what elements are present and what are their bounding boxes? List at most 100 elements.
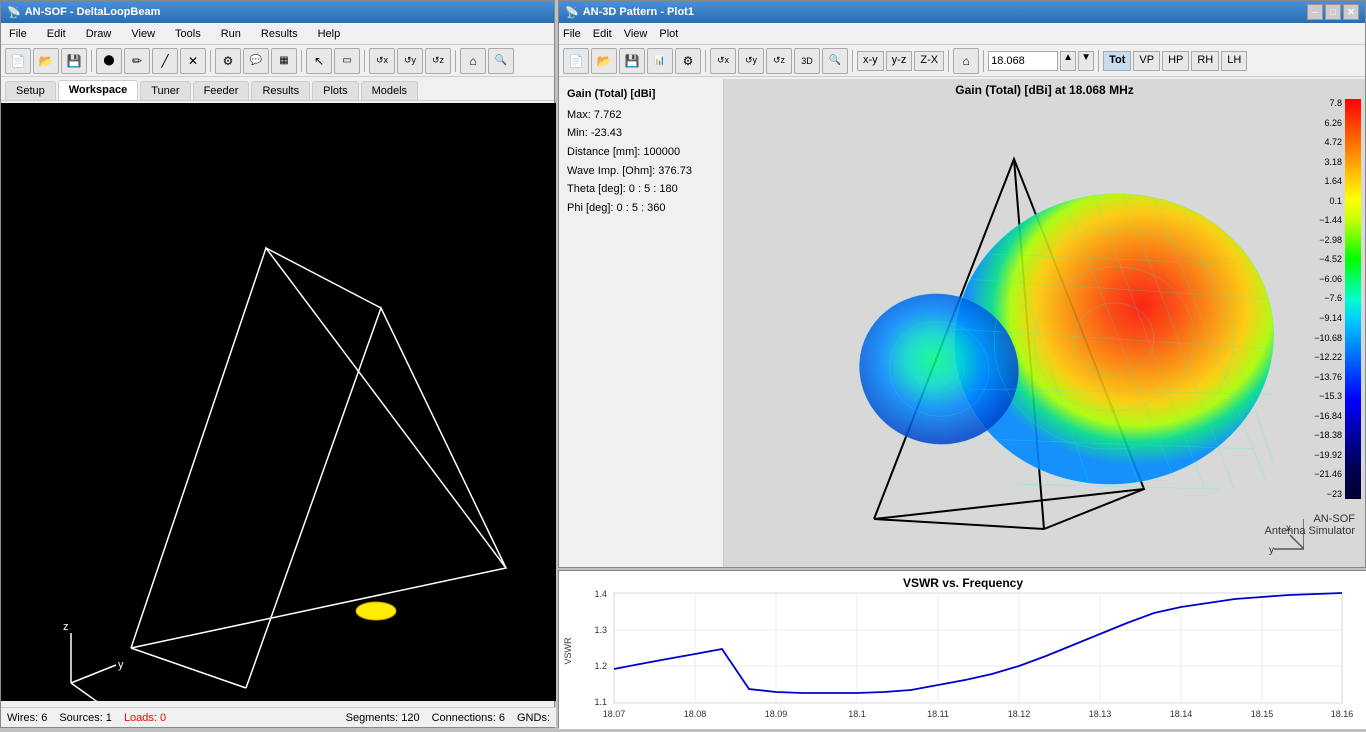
svg-text:18.08: 18.08 xyxy=(684,709,707,719)
pattern-3d-area[interactable]: Gain (Total) [dBi] at 18.068 MHz 7.8 6.2… xyxy=(724,79,1365,567)
pmenu-plot[interactable]: Plot xyxy=(659,28,678,40)
freq-down[interactable]: ▼ xyxy=(1078,51,1094,71)
ptb-sep2 xyxy=(852,50,853,72)
pt-rotate-y[interactable]: ↺y xyxy=(738,48,764,74)
view-zx[interactable]: Z-X xyxy=(914,51,944,71)
main-title-text: AN-SOF - DeltaLoopBeam xyxy=(25,6,161,18)
workspace-canvas[interactable]: z y x xyxy=(1,103,556,701)
rotate-x-button[interactable]: ↺x xyxy=(369,48,395,74)
svg-text:1.3: 1.3 xyxy=(594,625,607,635)
menu-run[interactable]: Run xyxy=(217,26,245,42)
new-button[interactable]: 📄 xyxy=(5,48,31,74)
pt-open[interactable]: 📂 xyxy=(591,48,617,74)
frame-tool[interactable]: ▭ xyxy=(334,48,360,74)
line-tool[interactable]: ╱ xyxy=(152,48,178,74)
min-row: Min: -23.43 xyxy=(567,124,715,143)
status-connections: Connections: 6 xyxy=(432,712,505,724)
vswr-svg: VSWR vs. Frequency 1.4 1.3 xyxy=(559,571,1366,729)
svg-text:18.16: 18.16 xyxy=(1331,709,1354,719)
tab-plots[interactable]: Plots xyxy=(312,81,358,100)
minimize-button[interactable]: ─ xyxy=(1307,4,1323,20)
cursor-tool[interactable]: ↖ xyxy=(306,48,332,74)
settings-button[interactable]: ⚙ xyxy=(215,48,241,74)
menu-tools[interactable]: Tools xyxy=(171,26,205,42)
maximize-button[interactable]: □ xyxy=(1325,4,1341,20)
ptb-sep5 xyxy=(1098,50,1099,72)
tab-setup[interactable]: Setup xyxy=(5,81,56,100)
main-tabs: Setup Workspace Tuner Feeder Results Plo… xyxy=(1,77,554,101)
pt-3d[interactable]: 3D xyxy=(794,48,820,74)
view-xy[interactable]: x-y xyxy=(857,51,884,71)
delete-tool[interactable]: ✕ xyxy=(180,48,206,74)
pmenu-view[interactable]: View xyxy=(624,28,648,40)
rotate-z-button[interactable]: ↺z xyxy=(425,48,451,74)
tab-feeder[interactable]: Feeder xyxy=(193,81,250,100)
tab-tuner[interactable]: Tuner xyxy=(140,81,190,100)
pol-vp[interactable]: VP xyxy=(1133,51,1160,71)
pol-tot[interactable]: Tot xyxy=(1103,51,1131,71)
pattern-svg: y z x xyxy=(724,99,1304,559)
pol-rh[interactable]: RH xyxy=(1191,51,1219,71)
toolbar-separator-5 xyxy=(455,50,456,72)
tab-results[interactable]: Results xyxy=(251,81,310,100)
pen-tool[interactable]: ✏ xyxy=(124,48,150,74)
pmenu-edit[interactable]: Edit xyxy=(593,28,612,40)
main-window: 📡 AN-SOF - DeltaLoopBeam File Edit Draw … xyxy=(0,0,555,728)
frequency-input[interactable] xyxy=(988,51,1058,71)
pol-hp[interactable]: HP xyxy=(1162,51,1189,71)
pt-rotate-x[interactable]: ↺x xyxy=(710,48,736,74)
circle-tool[interactable]: ⬤ xyxy=(96,48,122,74)
home-button[interactable]: ⌂ xyxy=(460,48,486,74)
close-button[interactable]: ✕ xyxy=(1343,4,1359,20)
status-gnds: GNDs: xyxy=(517,712,550,724)
pt-settings[interactable]: ⚙ xyxy=(675,48,701,74)
table-button[interactable]: ▦ xyxy=(271,48,297,74)
main-title-icon: 📡 xyxy=(7,6,21,19)
colorscale-labels: 7.8 6.26 4.72 3.18 1.64 0.1 −1.44 −2.98 … xyxy=(1314,99,1361,499)
view-yz[interactable]: y-z xyxy=(886,51,913,71)
max-row: Max: 7.762 xyxy=(567,106,715,125)
zoom-in-button[interactable]: 🔍 xyxy=(488,48,514,74)
status-loads: Loads: 0 xyxy=(124,712,166,724)
save-button[interactable]: 💾 xyxy=(61,48,87,74)
phi-row: Phi [deg]: 0 : 5 : 360 xyxy=(567,199,715,218)
menu-edit[interactable]: Edit xyxy=(43,26,70,42)
menu-draw[interactable]: Draw xyxy=(82,26,116,42)
menu-help[interactable]: Help xyxy=(314,26,345,42)
svg-text:1.4: 1.4 xyxy=(594,589,607,599)
open-button[interactable]: 📂 xyxy=(33,48,59,74)
rotate-y-button[interactable]: ↺y xyxy=(397,48,423,74)
toolbar-separator-1 xyxy=(91,50,92,72)
pt-save[interactable]: 💾 xyxy=(619,48,645,74)
tab-models[interactable]: Models xyxy=(361,81,418,100)
menu-results[interactable]: Results xyxy=(257,26,302,42)
pattern-titlebar: 📡 AN-3D Pattern - Plot1 ─ □ ✕ xyxy=(559,1,1365,23)
main-menubar: File Edit Draw View Tools Run Results He… xyxy=(1,23,554,45)
pattern-window: 📡 AN-3D Pattern - Plot1 ─ □ ✕ File Edit … xyxy=(558,0,1366,568)
pattern-menubar: File Edit View Plot xyxy=(559,23,1365,45)
svg-text:y: y xyxy=(1269,545,1274,556)
svg-text:x: x xyxy=(101,699,107,701)
colorscale-values: 7.8 6.26 4.72 3.18 1.64 0.1 −1.44 −2.98 … xyxy=(1314,99,1342,499)
svg-text:18.14: 18.14 xyxy=(1170,709,1193,719)
tab-workspace[interactable]: Workspace xyxy=(58,80,139,100)
menu-view[interactable]: View xyxy=(127,26,159,42)
pmenu-file[interactable]: File xyxy=(563,28,581,40)
pt-export[interactable]: 📊 xyxy=(647,48,673,74)
pattern-content: Gain (Total) [dBi] Max: 7.762 Min: -23.4… xyxy=(559,79,1365,567)
pt-rotate-z[interactable]: ↺z xyxy=(766,48,792,74)
freq-up[interactable]: ▲ xyxy=(1060,51,1076,71)
pattern-toolbar: 📄 📂 💾 📊 ⚙ ↺x ↺y ↺z 3D 🔍 x-y y-z Z-X ⌂ ▲ … xyxy=(559,45,1365,77)
pt-zoom[interactable]: 🔍 xyxy=(822,48,848,74)
svg-text:1.1: 1.1 xyxy=(594,697,607,707)
wave-imp-row: Wave Imp. [Ohm]: 376.73 xyxy=(567,162,715,181)
menu-file[interactable]: File xyxy=(5,26,31,42)
svg-text:VSWR: VSWR xyxy=(563,637,573,665)
pattern-title-icon: 📡 xyxy=(565,6,579,19)
pt-new[interactable]: 📄 xyxy=(563,48,589,74)
svg-text:18.09: 18.09 xyxy=(765,709,788,719)
comment-button[interactable]: 💬 xyxy=(243,48,269,74)
pol-lh[interactable]: LH xyxy=(1221,51,1247,71)
svg-text:18.13: 18.13 xyxy=(1089,709,1112,719)
pt-home[interactable]: ⌂ xyxy=(953,48,979,74)
